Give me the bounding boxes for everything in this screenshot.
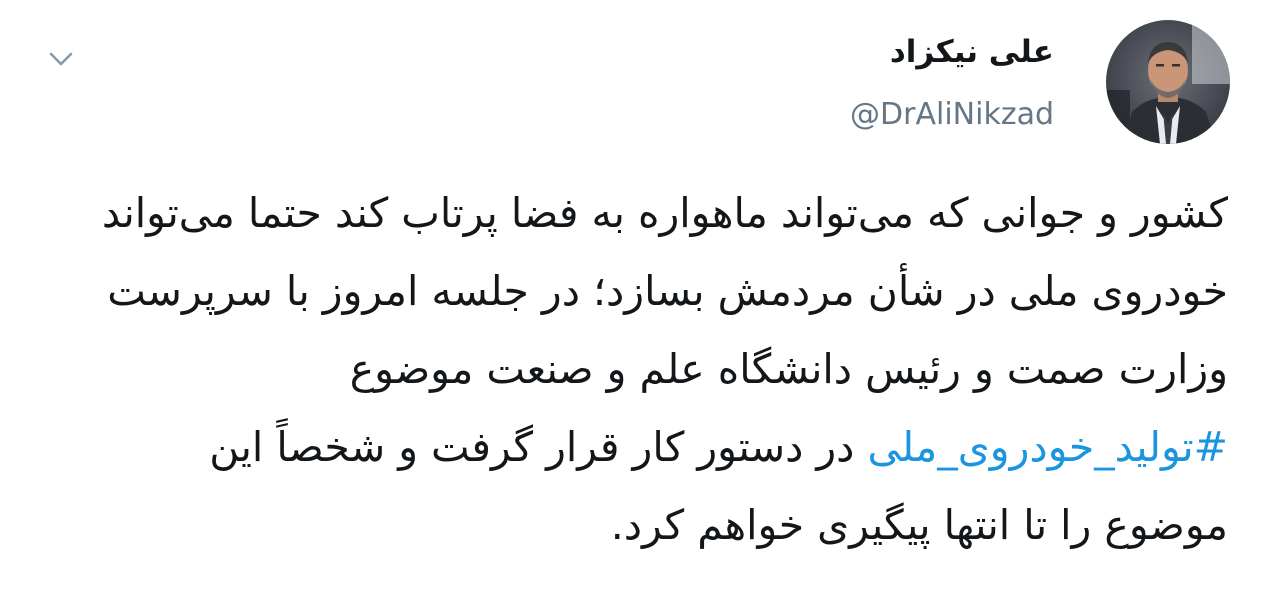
tweet-text: کشور و جوانی که می‌تواند ماهواره به فضا … xyxy=(78,174,1228,564)
chevron-down-icon[interactable] xyxy=(46,46,76,72)
display-name[interactable]: علی نیکزاد xyxy=(890,26,1054,78)
hashtag-link[interactable]: #تولید_خودروی_ملی xyxy=(867,423,1228,471)
tweet-text-before: کشور و جوانی که می‌تواند ماهواره به فضا … xyxy=(101,189,1228,393)
user-handle[interactable]: @DrAliNikzad xyxy=(850,92,1054,138)
tweet-card: علی نیکزاد @DrAliNikzad کشور و جوانی که … xyxy=(0,0,1280,593)
avatar[interactable] xyxy=(1106,20,1230,144)
